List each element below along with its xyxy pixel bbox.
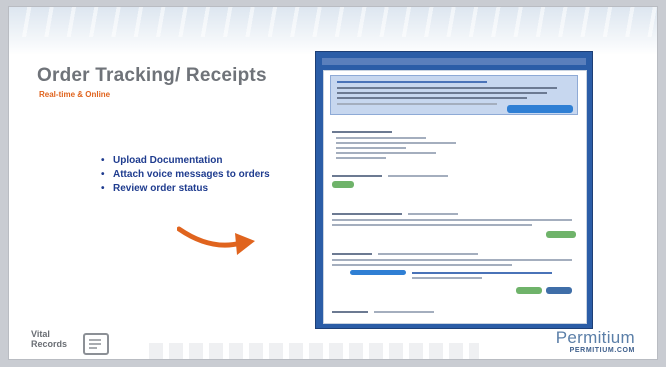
screenshot-titlebar xyxy=(322,58,586,65)
brand-url: PERMITIUM.COM xyxy=(569,347,635,354)
slide-title: Order Tracking/ Receipts xyxy=(37,65,267,86)
slide-subtitle: Real-time & Online xyxy=(39,90,111,99)
feature-item: Upload Documentation xyxy=(101,154,270,168)
footer-line-1: Vital xyxy=(31,329,50,339)
feature-list: Upload Documentation Attach voice messag… xyxy=(101,154,270,196)
footer-line-2: Records xyxy=(31,339,68,349)
brand-name: Permitium xyxy=(555,328,635,347)
records-icon xyxy=(83,333,109,355)
order-tracking-screenshot xyxy=(315,51,593,329)
feature-item: Attach voice messages to orders xyxy=(101,168,270,182)
feature-item: Review order status xyxy=(101,182,270,196)
reflection-strip xyxy=(149,343,479,359)
screenshot-notice-box xyxy=(330,75,578,115)
curved-arrow-icon xyxy=(177,226,255,255)
brand-logo: Permitium PERMITIUM.COM xyxy=(555,328,635,355)
header-banner xyxy=(9,7,657,55)
presentation-slide: Order Tracking/ Receipts Real-time & Onl… xyxy=(8,6,658,360)
screenshot-content xyxy=(323,70,587,324)
footer-logo-text: Vital Records xyxy=(31,329,68,350)
